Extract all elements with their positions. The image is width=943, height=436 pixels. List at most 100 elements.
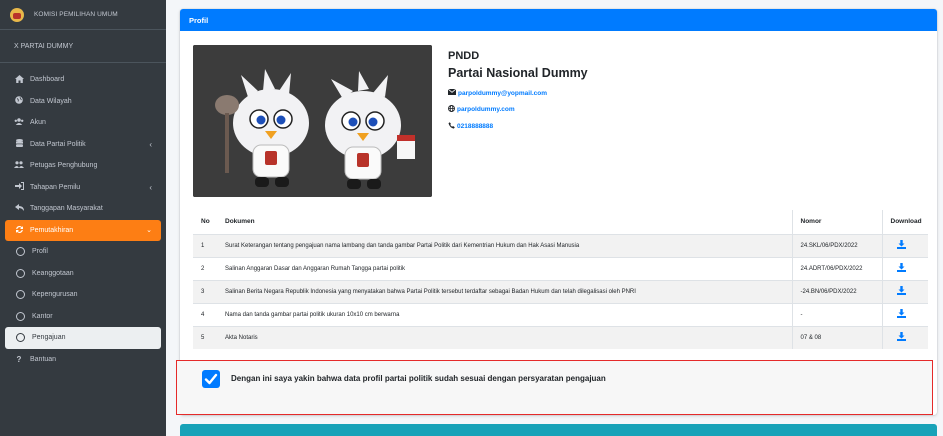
sign-in-icon [14, 182, 24, 192]
card-title: Profil [189, 15, 209, 25]
sidebar-item-label: Tahapan Pemilu [30, 183, 81, 191]
chevron-left-icon: ‹ [149, 182, 152, 192]
confirm-label[interactable]: Dengan ini saya yakin bahwa data profil … [231, 374, 606, 383]
table-row: 3 Salinan Berita Negara Republik Indones… [193, 279, 928, 303]
download-icon[interactable] [896, 332, 906, 343]
sidebar-item-label: Data Wilayah [30, 97, 72, 105]
sidebar-item-akun[interactable]: Akun [0, 112, 166, 134]
cell-download [881, 233, 928, 257]
email-link[interactable]: parpoldummy@yopmail.com [458, 90, 547, 97]
cell-nomor: - [791, 302, 882, 326]
reply-icon [14, 204, 24, 213]
circle-icon [16, 268, 25, 278]
party-website[interactable]: parpoldummy.com [448, 105, 588, 114]
sync-icon [14, 225, 24, 236]
column-header-download: Download [881, 210, 928, 235]
download-icon[interactable] [896, 309, 906, 320]
cell-download [881, 302, 928, 326]
download-icon[interactable] [896, 240, 906, 251]
sidebar-item-bantuan[interactable]: ? Bantuan [0, 349, 166, 371]
circle-icon [16, 311, 25, 321]
phone-icon [448, 122, 455, 131]
circle-icon [16, 247, 25, 257]
table-header-row: No Dokumen Nomor Download [193, 210, 928, 235]
sidebar-subitem-label: Kantor [32, 312, 53, 320]
circle-icon [16, 333, 25, 343]
next-card-header [180, 424, 937, 436]
brand[interactable]: KOMISI PEMILIHAN UMUM [0, 0, 166, 30]
column-header-no: No [193, 210, 217, 235]
globe-icon [14, 96, 24, 106]
sidebar-subitem-kantor[interactable]: Kantor [0, 306, 166, 328]
cell-dokumen: Nama dan tanda gambar partai politik uku… [217, 302, 792, 326]
table-row: 2 Salinan Anggaran Dasar dan Anggaran Ru… [193, 256, 928, 280]
sidebar-subitem-profil[interactable]: Profil [0, 241, 166, 263]
website-link[interactable]: parpoldummy.com [457, 106, 515, 113]
party-phone[interactable]: 0218888888 [448, 122, 588, 131]
cell-nomor: 07 & 08 [791, 325, 882, 349]
sidebar-item-data-wilayah[interactable]: Data Wilayah [0, 91, 166, 113]
sidebar-item-tahapan-pemilu[interactable]: Tahapan Pemilu ‹ [0, 177, 166, 199]
column-header-dokumen: Dokumen [217, 210, 792, 235]
question-icon: ? [16, 354, 22, 364]
sidebar-item-data-partai-politik[interactable]: Data Partai Politik ‹ [0, 134, 166, 156]
chevron-down-icon: ⌄ [146, 227, 152, 235]
home-icon [14, 74, 24, 85]
phone-link[interactable]: 0218888888 [457, 123, 493, 130]
sidebar-item-dashboard[interactable]: Dashboard [0, 69, 166, 91]
main-content: Profil PNDD Partai Nasional Dummy parpol… [166, 0, 943, 436]
users-icon [14, 118, 24, 127]
sidebar-nav: Dashboard Data Wilayah Akun Data Partai … [0, 63, 166, 370]
cell-no: 1 [193, 233, 217, 257]
sidebar-item-label: Data Partai Politik [30, 140, 86, 148]
sidebar-subitem-label: Kepengurusan [32, 291, 78, 299]
cell-no: 3 [193, 279, 217, 303]
sidebar-item-label: Petugas Penghubung [30, 162, 98, 170]
sidebar-item-label: Pemutakhiran [30, 226, 74, 234]
party-name: Partai Nasional Dummy [448, 66, 588, 80]
sidebar-item-label: Tanggapan Masyarakat [30, 205, 103, 213]
cell-dokumen: Surat Keterangan tentang pengajuan nama … [217, 233, 792, 257]
cell-dokumen: Akta Notaris [217, 325, 792, 349]
sidebar-item-pemutakhiran[interactable]: Pemutakhiran ⌄ [5, 219, 161, 241]
cell-nomor: 24.SKL/06/PDX/2022 [791, 233, 882, 257]
cell-dokumen: Salinan Anggaran Dasar dan Anggaran Ruma… [217, 256, 792, 280]
table-row: 5 Akta Notaris 07 & 08 [193, 325, 928, 349]
sidebar-subitem-label: Profil [32, 248, 48, 256]
party-mascot-image [193, 45, 432, 197]
cell-dokumen: Salinan Berita Negara Republik Indonesia… [217, 279, 792, 303]
globe-icon [448, 105, 455, 114]
sidebar-item-petugas-penghubung[interactable]: Petugas Penghubung [0, 155, 166, 177]
circle-icon [16, 290, 25, 300]
column-header-nomor: Nomor [791, 210, 882, 235]
card-header: Profil [180, 9, 937, 31]
cell-no: 5 [193, 325, 217, 349]
download-icon[interactable] [896, 286, 906, 297]
confirm-checkbox[interactable] [202, 370, 220, 388]
sidebar-subitem-label: Keanggotaan [32, 269, 74, 277]
party-email[interactable]: parpoldummy@yopmail.com [447, 88, 588, 97]
cell-nomor: 24.ADRT/06/PDX/2022 [791, 256, 882, 280]
cell-no: 2 [193, 256, 217, 280]
sidebar-subitem-kepengurusan[interactable]: Kepengurusan [0, 284, 166, 306]
cell-no: 4 [193, 302, 217, 326]
sidebar-item-tanggapan-masyarakat[interactable]: Tanggapan Masyarakat [0, 198, 166, 220]
documents-table: No Dokumen Nomor Download 1 Surat Ketera… [193, 210, 928, 349]
cell-download [881, 256, 928, 280]
party-abbreviation: PNDD [448, 50, 480, 62]
table-row: 1 Surat Keterangan tentang pengajuan nam… [193, 233, 928, 257]
sidebar-subitem-label: Pengajuan [32, 334, 66, 342]
brand-text: KOMISI PEMILIHAN UMUM [34, 11, 118, 18]
database-icon [14, 139, 24, 149]
cell-nomor: -24.BN/06/PDX/2022 [791, 279, 882, 303]
table-row: 4 Nama dan tanda gambar partai politik u… [193, 302, 928, 326]
download-icon[interactable] [896, 263, 906, 274]
people-icon [14, 161, 24, 170]
chevron-left-icon: ‹ [149, 139, 152, 149]
party-profile: PNDD Partai Nasional Dummy parpoldummy@y… [447, 50, 588, 131]
sidebar-item-label: Dashboard [30, 76, 65, 84]
sidebar: KOMISI PEMILIHAN UMUM X PARTAI DUMMY Das… [0, 0, 166, 436]
cell-download [881, 279, 928, 303]
sidebar-subitem-pengajuan[interactable]: Pengajuan [5, 327, 161, 349]
sidebar-subitem-keanggotaan[interactable]: Keanggotaan [0, 263, 166, 285]
